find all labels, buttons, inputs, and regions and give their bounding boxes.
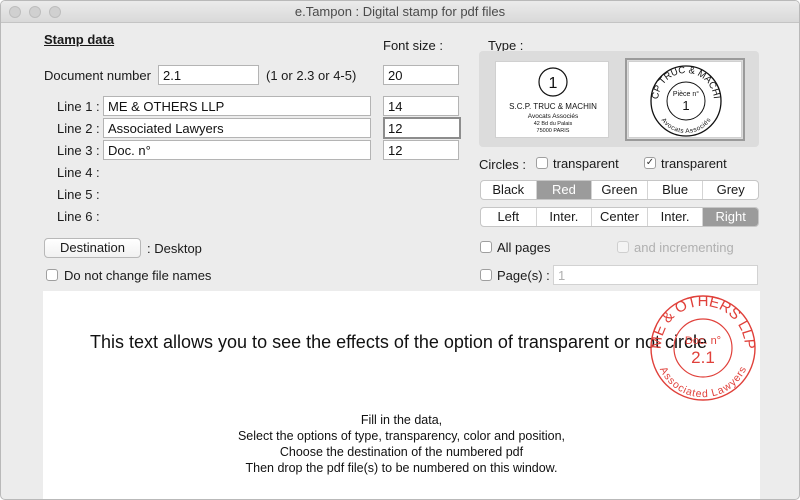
line-5-label: Line 5 :: [57, 187, 100, 202]
svg-text:Associated Lawyers: Associated Lawyers: [657, 365, 749, 400]
svg-text:Doc. n°: Doc. n°: [685, 335, 721, 347]
incrementing-checkbox[interactable]: [617, 241, 629, 253]
document-number-input[interactable]: [158, 65, 259, 85]
circles-label: Circles :: [479, 157, 526, 172]
do-not-change-names-label: Do not change file names: [64, 268, 212, 283]
destination-button[interactable]: Destination: [44, 238, 141, 258]
line-4-label: Line 4 :: [57, 165, 100, 180]
all-pages-checkbox[interactable]: [480, 241, 492, 253]
destination-value: : Desktop: [147, 241, 202, 256]
svg-text:1: 1: [682, 98, 689, 113]
checkmark-icon: ✓: [645, 157, 655, 168]
line-1-label: Line 1 :: [57, 99, 100, 114]
position-right-segment[interactable]: Right: [702, 208, 758, 226]
instructions-text: Fill in the data, Select the options of …: [43, 412, 760, 476]
pages-checkbox[interactable]: [480, 269, 492, 281]
position-segmented-control: Left Inter. Center Inter. Right: [480, 207, 759, 227]
position-center-segment[interactable]: Center: [591, 208, 647, 226]
instruction-line-3: Choose the destination of the numbered p…: [279, 445, 524, 459]
do-not-change-names-checkbox[interactable]: [46, 269, 58, 281]
line-3-font-size-input[interactable]: [383, 140, 459, 160]
all-pages-label: All pages: [497, 240, 551, 255]
line-3-input[interactable]: [103, 140, 371, 160]
color-red-segment[interactable]: Red: [535, 181, 592, 199]
font-size-label: Font size :: [383, 38, 443, 53]
document-number-font-size-input[interactable]: [383, 65, 459, 85]
rect-stamp-preview-icon: 1 S.C.P. TRUC & MACHIN Avocats Associés …: [509, 67, 597, 134]
color-blue-segment[interactable]: Blue: [646, 181, 703, 199]
instruction-line-2: Select the options of type, transparency…: [237, 429, 566, 443]
rect-stamp-type-option[interactable]: 1 S.C.P. TRUC & MACHIN Avocats Associés …: [495, 61, 609, 138]
stamp-data-heading: Stamp data: [44, 32, 115, 47]
color-black-segment[interactable]: Black: [481, 181, 536, 199]
svg-text:S.C.P. TRUC & MACHIN: S.C.P. TRUC & MACHIN: [509, 102, 597, 111]
document-number-label: Document number: [44, 68, 151, 83]
circles-transparent-label-2: transparent: [661, 156, 727, 171]
svg-text:75000 PARIS: 75000 PARIS: [537, 128, 570, 134]
svg-text:Avocats Associés: Avocats Associés: [528, 113, 579, 120]
round-stamp-preview-icon: SCP TRUC & MACHIN Avocats Associés Pièce…: [626, 54, 722, 137]
pages-input[interactable]: [553, 265, 758, 285]
line-1-font-size-input[interactable]: [383, 96, 459, 116]
svg-text:Pièce n°: Pièce n°: [673, 90, 699, 98]
svg-text:42 Bd du Palais: 42 Bd du Palais: [534, 121, 573, 127]
round-stamp-type-option[interactable]: SCP TRUC & MACHIN Avocats Associés Pièce…: [625, 54, 745, 141]
circles-transparent-checkbox-1[interactable]: [536, 157, 548, 169]
line-2-input[interactable]: [103, 118, 371, 138]
app-window: e.Tampon : Digital stamp for pdf files S…: [0, 0, 800, 500]
preview-drop-area[interactable]: This text allows you to see the effects …: [43, 291, 760, 499]
line-1-input[interactable]: [103, 96, 371, 116]
red-stamp-preview: ME & OTHERS LLP Associated Lawyers Doc. …: [648, 293, 758, 401]
line-2-label: Line 2 :: [57, 121, 100, 136]
instruction-line-4: Then drop the pdf file(s) to be numbered…: [245, 461, 558, 475]
preview-sample-text: This text allows you to see the effects …: [90, 332, 708, 352]
document-number-hint: (1 or 2.3 or 4-5): [266, 68, 357, 83]
svg-text:Avocats Associés: Avocats Associés: [660, 116, 713, 135]
incrementing-label: and incrementing: [634, 240, 734, 255]
color-grey-segment[interactable]: Grey: [702, 181, 758, 199]
position-left-segment[interactable]: Left: [481, 208, 536, 226]
position-inter-right-segment[interactable]: Inter.: [646, 208, 703, 226]
color-segmented-control: Black Red Green Blue Grey: [480, 180, 759, 200]
pages-label: Page(s) :: [497, 268, 550, 283]
line-3-label: Line 3 :: [57, 143, 100, 158]
color-green-segment[interactable]: Green: [591, 181, 647, 199]
circles-transparent-label-1: transparent: [553, 156, 619, 171]
position-inter-left-segment[interactable]: Inter.: [535, 208, 592, 226]
svg-text:2.1: 2.1: [691, 348, 715, 367]
instruction-line-1: Fill in the data,: [360, 413, 443, 427]
circles-transparent-checkbox-2[interactable]: ✓: [644, 157, 656, 169]
line-2-font-size-input[interactable]: [383, 117, 461, 139]
title-bar: e.Tampon : Digital stamp for pdf files: [1, 1, 799, 23]
line-6-label: Line 6 :: [57, 209, 100, 224]
svg-text:1: 1: [549, 75, 558, 92]
window-title: e.Tampon : Digital stamp for pdf files: [294, 4, 506, 19]
